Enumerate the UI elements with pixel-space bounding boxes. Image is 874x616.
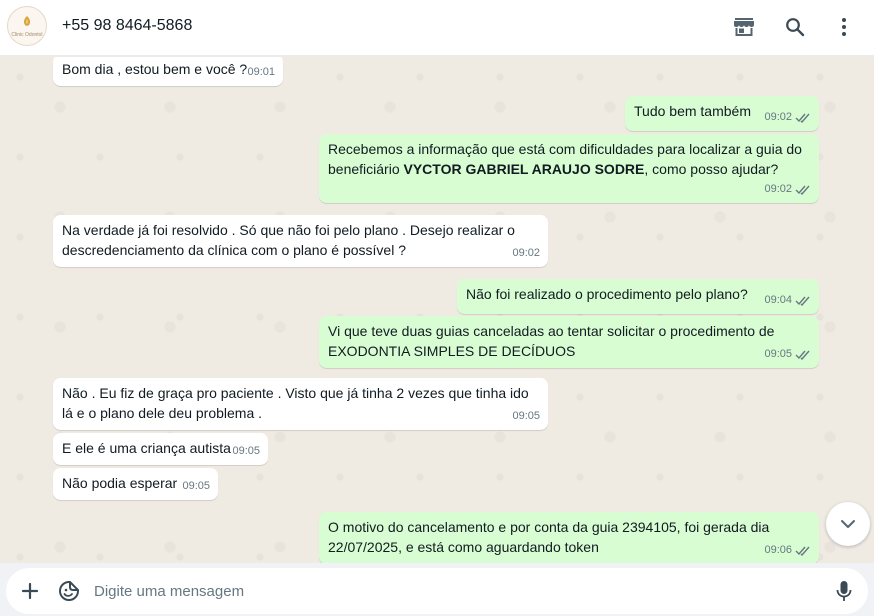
composer — [6, 568, 868, 614]
avatar[interactable]: Clinic Odontol — [7, 6, 47, 46]
message-meta: 09:05 — [182, 477, 210, 497]
sticker-icon[interactable] — [57, 579, 81, 603]
avatar-logo-text: Clinic Odontol — [11, 31, 43, 38]
message-text: Tudo bem também — [634, 103, 751, 119]
search-icon[interactable] — [782, 14, 808, 40]
message-text: Não foi realizado o procedimento pelo pl… — [466, 286, 748, 302]
message-outgoing[interactable]: Não foi realizado o procedimento pelo pl… — [457, 279, 819, 314]
message-meta: 09:05 — [764, 345, 811, 365]
read-ticks-icon — [795, 185, 810, 195]
message-text-part: , como posso ajudar? — [644, 160, 779, 177]
read-ticks-icon — [795, 113, 810, 123]
message-text: Vi que teve duas guias canceladas ao ten… — [328, 323, 775, 359]
message-text: E ele é uma criança autista — [62, 440, 231, 456]
chat-messages-area[interactable]: Bom dia , estou bem e você ? 09:01 Tudo … — [0, 57, 874, 563]
contact-name[interactable]: +55 98 8464-5868 — [62, 17, 192, 35]
beneficiary-name: VYCTOR GABRIEL ARAUJO SODRE — [403, 160, 645, 177]
chat-header: Clinic Odontol +55 98 8464-5868 — [0, 0, 874, 56]
message-time: 09:05 — [764, 347, 792, 360]
store-icon[interactable] — [731, 14, 757, 40]
clinic-logo-icon — [23, 15, 31, 26]
message-outgoing[interactable]: O motivo do cancelamento e por conta da … — [319, 512, 819, 563]
message-time: 09:02 — [512, 246, 540, 259]
message-meta: 09:02 — [764, 180, 811, 200]
read-ticks-icon — [795, 296, 810, 306]
message-text: Não podia esperar — [62, 475, 178, 491]
message-meta: 09:05 — [512, 407, 540, 427]
message-text: Bom dia , estou bem e você ? — [62, 61, 248, 77]
message-time: 09:02 — [764, 182, 792, 195]
message-text: Recebemos a informação que está com difi… — [328, 141, 802, 177]
message-outgoing[interactable]: Recebemos a informação que está com difi… — [319, 134, 819, 203]
scroll-to-bottom-button[interactable] — [826, 502, 870, 546]
message-text: Não . Eu fiz de graça pro paciente . Vis… — [62, 385, 529, 421]
message-meta: 09:06 — [764, 541, 811, 561]
read-ticks-icon — [795, 350, 810, 360]
message-incoming[interactable]: Na verdade já foi resolvido . Só que não… — [53, 215, 548, 267]
composer-bar — [0, 563, 874, 616]
message-incoming[interactable]: Não . Eu fiz de graça pro paciente . Vis… — [53, 378, 548, 430]
message-incoming[interactable]: E ele é uma criança autista 09:05 — [53, 433, 268, 465]
message-time: 09:05 — [232, 444, 260, 457]
message-incoming[interactable]: Não podia esperar 09:05 — [53, 468, 218, 500]
chevron-down-icon — [841, 520, 855, 528]
message-outgoing[interactable]: Tudo bem também 09:02 — [625, 96, 819, 131]
message-time: 09:02 — [764, 110, 792, 123]
read-ticks-icon — [795, 546, 810, 556]
plus-icon[interactable] — [18, 579, 42, 603]
mic-icon[interactable] — [832, 579, 856, 603]
message-time: 09:06 — [764, 543, 792, 556]
message-time: 09:05 — [512, 409, 540, 422]
message-incoming[interactable]: Bom dia , estou bem e você ? 09:01 — [53, 57, 283, 86]
message-time: 09:05 — [182, 479, 210, 492]
menu-dots-icon[interactable] — [831, 14, 857, 40]
message-meta: 09:02 — [512, 244, 540, 264]
message-meta: 09:02 — [764, 108, 811, 128]
message-input[interactable] — [94, 579, 814, 603]
message-meta: 09:04 — [764, 291, 811, 311]
message-text: Na verdade já foi resolvido . Só que não… — [62, 222, 515, 258]
message-time: 09:04 — [764, 293, 792, 306]
message-meta: 09:01 — [247, 63, 275, 83]
message-text: O motivo do cancelamento e por conta da … — [328, 519, 770, 555]
message-meta: 09:05 — [232, 442, 260, 462]
message-time: 09:01 — [247, 65, 275, 78]
message-outgoing[interactable]: Vi que teve duas guias canceladas ao ten… — [319, 316, 819, 368]
